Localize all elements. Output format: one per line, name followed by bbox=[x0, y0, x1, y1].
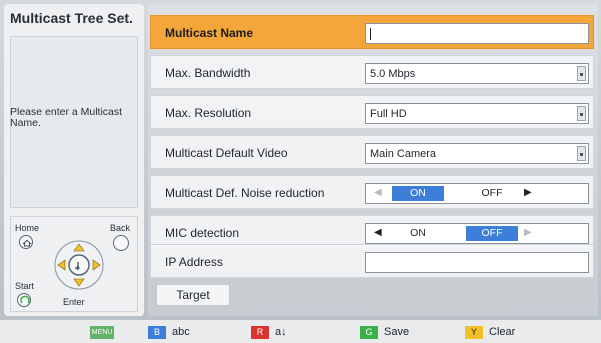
red-key[interactable]: R bbox=[251, 326, 269, 339]
multicast-default-video-value: Main Camera bbox=[370, 148, 437, 160]
enter-label: Enter bbox=[63, 297, 85, 307]
blue-key-label: abc bbox=[172, 326, 190, 338]
home-label: Home bbox=[15, 223, 40, 233]
left-arrow-icon[interactable]: ◀ bbox=[374, 187, 382, 198]
row-max-resolution[interactable]: Max. Resolution Full HD bbox=[150, 95, 594, 129]
noise-reduction-on[interactable]: ON bbox=[392, 186, 444, 201]
start-label: Start bbox=[15, 281, 35, 291]
dropdown-arrow-icon[interactable] bbox=[577, 146, 586, 161]
noise-reduction-label: Multicast Def. Noise reduction bbox=[165, 186, 325, 200]
page-title: Multicast Tree Set. bbox=[10, 10, 133, 26]
yellow-key[interactable]: Y bbox=[465, 326, 483, 339]
red-key-label: a↓ bbox=[275, 326, 287, 338]
yellow-key-label: Clear bbox=[489, 326, 516, 338]
ip-address-label: IP Address bbox=[165, 255, 223, 269]
right-arrow-icon[interactable]: ▶ bbox=[524, 187, 532, 198]
max-resolution-label: Max. Resolution bbox=[165, 106, 252, 120]
max-resolution-value: Full HD bbox=[370, 108, 407, 120]
row-max-bandwidth[interactable]: Max. Bandwidth 5.0 Mbps bbox=[150, 55, 594, 89]
row-multicast-default-video[interactable]: Multicast Default Video Main Camera bbox=[150, 135, 594, 169]
multicast-name-input[interactable] bbox=[365, 23, 589, 44]
start-button[interactable] bbox=[17, 293, 31, 307]
multicast-default-video-select[interactable]: Main Camera bbox=[365, 143, 589, 164]
screen: Multicast Tree Set. Please enter a Multi… bbox=[0, 0, 601, 343]
settings-panel: Multicast Name Max. Bandwidth 5.0 Mbps M… bbox=[148, 4, 598, 316]
mic-detection-off[interactable]: OFF bbox=[466, 226, 518, 241]
target-button[interactable]: Target bbox=[156, 284, 230, 306]
dpad-icon[interactable] bbox=[51, 237, 107, 293]
multicast-name-label: Multicast Name bbox=[165, 26, 254, 40]
multicast-default-video-label: Multicast Default Video bbox=[165, 146, 288, 160]
max-bandwidth-select[interactable]: 5.0 Mbps bbox=[365, 63, 589, 84]
bottom-key-bar: MENU B abc R a↓ G Save Y Clear bbox=[0, 320, 601, 343]
ip-address-input[interactable] bbox=[365, 252, 589, 273]
dropdown-arrow-icon[interactable] bbox=[577, 106, 586, 121]
green-key-label: Save bbox=[384, 326, 410, 338]
home-button[interactable] bbox=[19, 235, 33, 249]
left-arrow-icon[interactable]: ◀ bbox=[374, 227, 382, 238]
max-bandwidth-value: 5.0 Mbps bbox=[370, 68, 416, 80]
back-button[interactable] bbox=[113, 235, 129, 251]
row-noise-reduction[interactable]: Multicast Def. Noise reduction ◀ ON OFF … bbox=[150, 175, 594, 209]
noise-reduction-toggle[interactable]: ◀ ON OFF ▶ bbox=[365, 183, 589, 204]
max-resolution-select[interactable]: Full HD bbox=[365, 103, 589, 124]
blue-key[interactable]: B bbox=[148, 326, 166, 339]
max-bandwidth-label: Max. Bandwidth bbox=[165, 66, 251, 80]
mic-detection-toggle[interactable]: ◀ ON OFF ▶ bbox=[365, 223, 589, 244]
green-key[interactable]: G bbox=[360, 326, 378, 339]
dropdown-arrow-icon[interactable] bbox=[577, 66, 586, 81]
mic-detection-label: MIC detection bbox=[165, 226, 240, 240]
help-message: Please enter a Multicast Name. bbox=[10, 106, 123, 129]
right-arrow-icon[interactable]: ▶ bbox=[524, 227, 532, 238]
start-icon bbox=[20, 295, 30, 304]
remote-guide: Home Back Start Enter bbox=[10, 216, 138, 312]
menu-key[interactable]: MENU bbox=[90, 326, 114, 339]
row-ip-address[interactable]: IP Address bbox=[150, 244, 594, 278]
back-label: Back bbox=[110, 223, 131, 233]
row-multicast-name[interactable]: Multicast Name bbox=[150, 15, 594, 49]
home-icon bbox=[22, 239, 32, 247]
left-panel: Multicast Tree Set. Please enter a Multi… bbox=[4, 4, 144, 316]
noise-reduction-off[interactable]: OFF bbox=[466, 186, 518, 201]
text-cursor bbox=[370, 28, 371, 41]
mic-detection-on[interactable]: ON bbox=[392, 226, 444, 241]
